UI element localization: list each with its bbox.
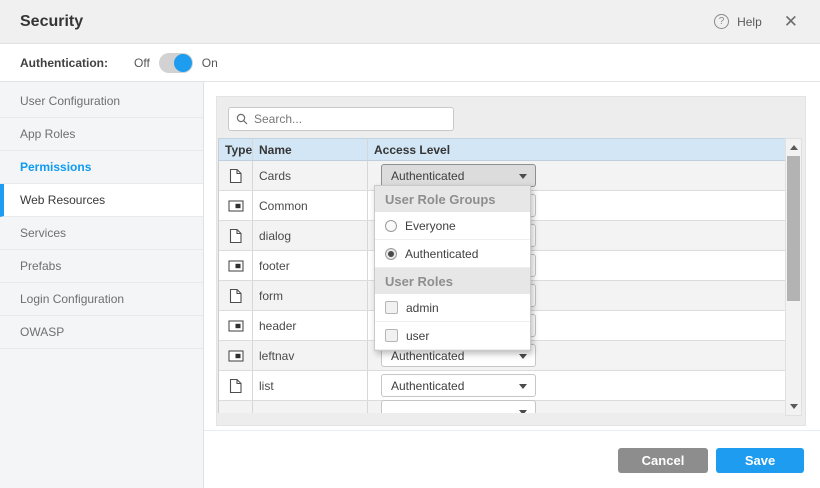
toggle-knob [174,54,192,72]
sidebar-item-web-resources[interactable]: Web Resources [0,184,203,217]
main-content: Type Name Access Level Cards Authenticate… [204,82,820,488]
dropdown-option-label: user [406,329,429,343]
table-row-list[interactable]: list Authenticated [219,371,785,401]
sidebar-item-services[interactable]: Services [0,217,203,250]
sidebar-item-label: Services [20,226,66,240]
titlebar: Security ? Help ✕ [0,0,820,44]
sidebar-item-login-configuration[interactable]: Login Configuration [0,283,203,316]
dropdown-option-user[interactable]: user [375,322,530,350]
scroll-up-icon[interactable] [790,145,798,150]
name-cell: list [253,371,368,400]
dropdown-option-label: Everyone [405,219,456,233]
partial-icon [228,200,244,212]
chevron-down-icon [519,354,527,359]
type-cell [219,191,253,220]
column-header-type: Type [219,139,253,160]
access-level-select[interactable]: Authenticated [381,374,536,397]
search-icon [236,113,248,125]
close-icon[interactable]: ✕ [784,13,798,30]
search-box[interactable] [228,107,454,131]
help-link[interactable]: Help [737,15,762,29]
dropdown-option-label: admin [406,301,439,315]
checkbox-icon[interactable] [385,329,398,342]
select-value: Authenticated [391,379,464,393]
type-cell [219,401,253,413]
table-row[interactable] [219,401,785,413]
sidebar-item-label: OWASP [20,325,64,339]
partial-icon [228,260,244,272]
sidebar: User Configuration App Roles Permissions We… [0,82,204,488]
name-cell: form [253,281,368,310]
sidebar-item-label: Web Resources [20,193,105,207]
type-cell [219,311,253,340]
access-cell [368,401,785,413]
dropdown-option-authenticated[interactable]: Authenticated [375,240,530,268]
dropdown-option-admin[interactable]: admin [375,294,530,322]
checkbox-icon[interactable] [385,301,398,314]
name-cell: footer [253,251,368,280]
security-window: Security ? Help ✕ Authentication: Off On… [0,0,820,488]
access-level-dropdown: User Role Groups Everyone Authenticated Use… [374,185,531,351]
page-icon [229,288,242,304]
type-cell [219,251,253,280]
sidebar-item-owasp[interactable]: OWASP [0,316,203,349]
dropdown-option-label: Authenticated [405,247,478,261]
page-icon [229,228,242,244]
page-icon [229,168,242,184]
name-cell [253,401,368,413]
authentication-label: Authentication: [20,56,108,70]
sidebar-item-prefabs[interactable]: Prefabs [0,250,203,283]
search-input[interactable] [254,112,434,126]
dropdown-group-header: User Role Groups [375,186,530,212]
access-level-select[interactable] [381,400,536,414]
chevron-down-icon [519,384,527,389]
sidebar-item-label: User Configuration [20,94,120,108]
scrollbar-thumb[interactable] [787,156,800,301]
sidebar-item-label: Login Configuration [20,292,124,306]
footer-divider [204,430,820,431]
type-cell [219,281,253,310]
access-level-select[interactable]: Authenticated [381,164,536,187]
save-button[interactable]: Save [716,448,804,473]
dropdown-option-everyone[interactable]: Everyone [375,212,530,240]
sidebar-item-app-roles[interactable]: App Roles [0,118,203,151]
select-value: Authenticated [391,169,464,183]
column-header-access-level: Access Level [368,139,785,160]
chevron-down-icon [519,410,527,414]
name-cell: header [253,311,368,340]
name-cell: Common [253,191,368,220]
access-cell: Authenticated [368,371,785,400]
name-cell: Cards [253,161,368,190]
radio-icon[interactable] [385,220,397,232]
sidebar-item-user-configuration[interactable]: User Configuration [0,85,203,118]
name-cell: dialog [253,221,368,250]
column-header-name: Name [253,139,368,160]
toggle-on-label: On [202,56,218,70]
type-cell [219,221,253,250]
partial-icon [228,320,244,332]
partial-icon [228,350,244,362]
toggle-off-label: Off [134,56,150,70]
table-header: Type Name Access Level [219,138,785,161]
sidebar-item-label: Prefabs [20,259,61,273]
authentication-toggle[interactable] [159,53,193,73]
scroll-down-icon[interactable] [790,404,798,409]
type-cell [219,341,253,370]
sidebar-item-label: Permissions [20,160,91,174]
page-title: Security [20,13,83,31]
authentication-bar: Authentication: Off On [0,44,820,82]
page-icon [229,378,242,394]
vertical-scrollbar[interactable] [785,138,802,416]
dropdown-group-header: User Roles [375,268,530,294]
sidebar-item-label: App Roles [20,127,75,141]
help-icon[interactable]: ? [714,14,729,29]
cancel-button[interactable]: Cancel [618,448,708,473]
chevron-down-icon [519,174,527,179]
radio-selected-icon[interactable] [385,248,397,260]
type-cell [219,161,253,190]
sidebar-item-permissions[interactable]: Permissions [0,151,203,184]
name-cell: leftnav [253,341,368,370]
type-cell [219,371,253,400]
